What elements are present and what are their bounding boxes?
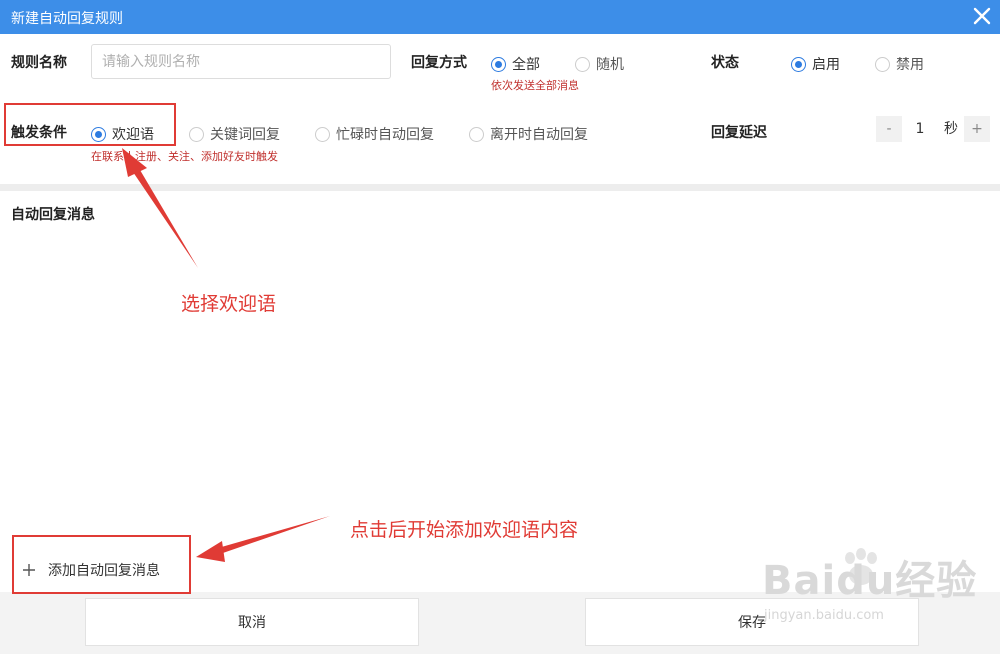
- arrow-head-1: [122, 148, 147, 177]
- annotation-click-add: 点击后开始添加欢迎语内容: [350, 519, 579, 541]
- arrow-shaft-1: [133, 170, 198, 268]
- arrow-head-2: [196, 541, 225, 562]
- annotation-select-welcome: 选择欢迎语: [181, 293, 277, 315]
- watermark-brand: Baidu经验: [762, 558, 978, 604]
- watermark-url: jingyan.baidu.com: [764, 608, 884, 623]
- arrow-shaft-2: [218, 516, 330, 554]
